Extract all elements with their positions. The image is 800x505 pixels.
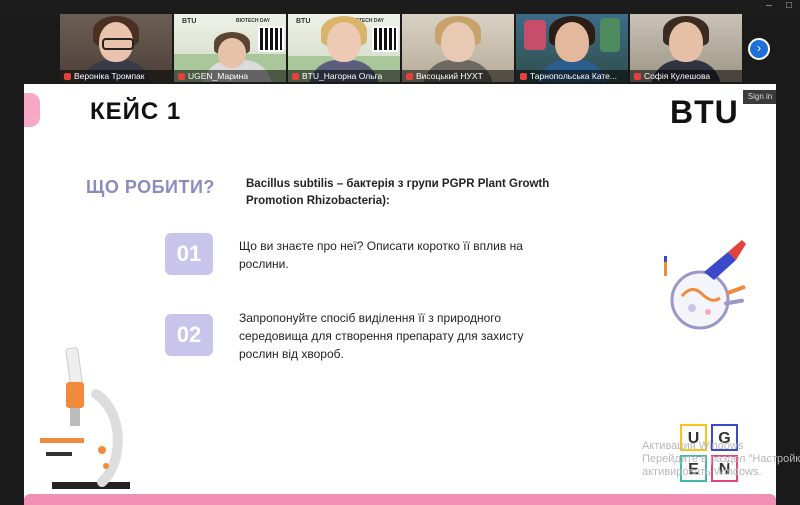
what-to-do-heading: ЩО РОБИТИ? <box>86 177 215 197</box>
participant-name: Софія Кулешова <box>644 71 711 81</box>
petri-dish-icon <box>664 240 746 330</box>
next-participants-button[interactable]: › <box>748 38 770 60</box>
slide-title: КЕЙС 1 <box>90 98 182 125</box>
participant-tile[interactable]: Софія Кулешова <box>630 14 742 82</box>
windows-activation-watermark: Активация Windows Перейдите в раздел "На… <box>642 440 800 478</box>
slide-footer-strip <box>24 494 776 505</box>
task-number-badge: 02 <box>165 314 213 356</box>
participant-name: Тарнопольська Кате... <box>530 71 617 81</box>
btu-logo: BTU <box>670 94 739 130</box>
participant-name: Вероніка Тромпак <box>74 71 145 81</box>
mic-muted-icon <box>406 72 413 80</box>
task-text: Запропонуйте спосіб виділення її з приро… <box>239 311 524 361</box>
minimize-icon[interactable]: – <box>764 1 774 11</box>
close-icon[interactable]: □ <box>784 1 794 11</box>
glasses-icon <box>102 38 134 50</box>
participant-name: UGEN_Марина <box>188 71 249 81</box>
participant-tile[interactable]: BTU BIOTECH DAY BTU_Нагорна Ольга <box>288 14 400 82</box>
mic-muted-icon <box>634 72 641 80</box>
participant-tile[interactable]: BTU BIOTECH DAY UGEN_Марина <box>174 14 286 82</box>
banner-label: BIOTECH DAY <box>236 18 270 24</box>
intro-text: Bacillus subtilis – бактерія з групи PGP… <box>246 178 550 207</box>
participant-name: Висоцький НУХТ <box>416 71 483 81</box>
participant-tile[interactable]: Висоцький НУХТ <box>402 14 514 82</box>
task-number-badge: 01 <box>165 233 213 275</box>
participant-tile[interactable]: Тарнопольська Кате... <box>516 14 628 82</box>
brand-label: BTU <box>182 18 197 25</box>
qr-code-icon <box>258 26 284 52</box>
slide-decor-tab <box>24 93 40 127</box>
sign-in-button[interactable]: Sign in <box>743 90 776 104</box>
participant-name: BTU_Нагорна Ольга <box>302 71 383 81</box>
participant-strip: Вероніка Тромпак BTU BIOTECH DAY UGEN_Ма… <box>0 14 800 82</box>
mic-muted-icon <box>520 72 527 80</box>
qr-code-icon <box>372 26 398 52</box>
microscope-icon <box>40 347 130 489</box>
mic-muted-icon <box>64 72 71 80</box>
mic-muted-icon <box>178 72 185 80</box>
brand-label: BTU <box>296 18 311 25</box>
participant-tile[interactable]: Вероніка Тромпак <box>60 14 172 82</box>
mic-muted-icon <box>292 72 299 80</box>
task-text: Що ви знаєте про неї? Описати коротко її… <box>239 239 523 271</box>
